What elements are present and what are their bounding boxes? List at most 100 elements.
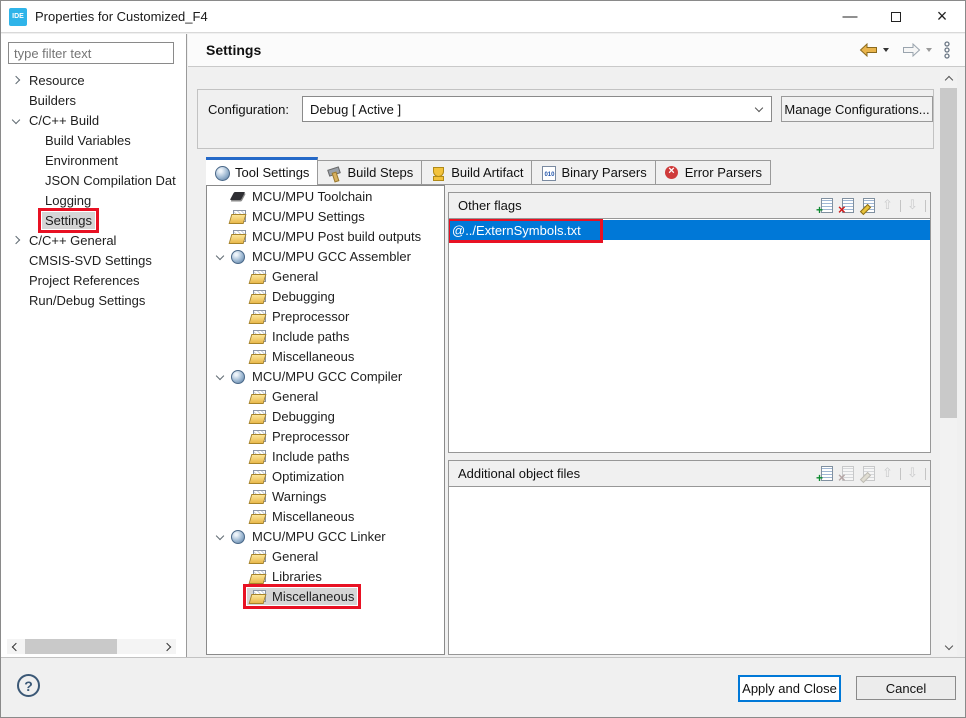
sidebar-tree-item[interactable]: Build Variables (1, 130, 186, 150)
tool-tree-item[interactable]: Miscellaneous (207, 346, 444, 366)
tree-item-icon (250, 289, 267, 304)
forward-menu-caret-icon[interactable] (926, 48, 932, 52)
tree-item-icon (250, 349, 267, 364)
tool-tree-item[interactable]: Miscellaneous (207, 586, 444, 606)
close-button[interactable]: × (919, 1, 965, 32)
additional-object-files-toolbar (816, 466, 926, 482)
tool-tree-item[interactable]: MCU/MPU GCC Compiler (207, 366, 444, 386)
filter-input[interactable] (8, 42, 174, 64)
delete-entry-icon[interactable] (837, 466, 855, 482)
scrollbar-thumb[interactable] (25, 639, 117, 654)
manage-configurations-button[interactable]: Manage Configurations... (781, 96, 933, 122)
tool-tree-item[interactable]: MCU/MPU GCC Linker (207, 526, 444, 546)
tool-tree-item[interactable]: MCU/MPU Post build outputs (207, 226, 444, 246)
cancel-button[interactable]: Cancel (856, 676, 956, 700)
scroll-up-icon[interactable] (940, 70, 957, 86)
other-flags-list[interactable]: @../ExternSymbols.txt (449, 219, 930, 452)
move-down-icon[interactable] (904, 466, 922, 482)
list-item[interactable]: @../ExternSymbols.txt (449, 220, 930, 240)
tool-tree-item[interactable]: Libraries (207, 566, 444, 586)
tool-tree-item[interactable]: General (207, 266, 444, 286)
tool-tree-item[interactable]: Preprocessor (207, 426, 444, 446)
sidebar-tree-item[interactable]: JSON Compilation Dat (1, 170, 186, 190)
page-header: Settings (188, 34, 965, 67)
tool-tree-item[interactable]: General (207, 386, 444, 406)
toolbar-separator[interactable] (900, 468, 901, 480)
forward-arrow-icon[interactable] (902, 43, 921, 57)
sidebar-tree-item[interactable]: Logging (1, 190, 186, 210)
dialog-footer: ? Apply and Close Cancel (1, 657, 965, 717)
move-up-icon[interactable] (879, 198, 897, 214)
sidebar-horizontal-scrollbar[interactable] (7, 639, 176, 654)
edit-entry-icon[interactable] (858, 198, 876, 214)
scrollbar-thumb[interactable] (940, 88, 957, 418)
tool-tree-item[interactable]: Miscellaneous (207, 506, 444, 526)
main-vertical-scrollbar[interactable] (940, 70, 957, 656)
sidebar-item-label: Run/Debug Settings (26, 292, 148, 309)
sidebar-tree-item[interactable]: Settings (1, 210, 186, 230)
add-entry-icon[interactable] (816, 198, 834, 214)
tree-item-label: Warnings (272, 489, 326, 504)
scroll-right-icon[interactable] (161, 639, 176, 654)
settings-tab[interactable]: Binary Parsers (532, 160, 655, 185)
other-flags-title: Other flags (458, 198, 522, 213)
tool-tree-item[interactable]: Debugging (207, 286, 444, 306)
add-entry-icon[interactable] (816, 466, 834, 482)
toolbar-separator[interactable] (925, 468, 926, 480)
sidebar-tree-item[interactable]: Resource (1, 70, 186, 90)
move-up-icon[interactable] (879, 466, 897, 482)
tool-tree-item[interactable]: General (207, 546, 444, 566)
help-icon[interactable]: ? (17, 674, 40, 697)
properties-tree: Resource Builders C/C++ Build Build Vari… (1, 70, 186, 310)
scroll-down-icon[interactable] (940, 640, 957, 656)
tool-tree-item[interactable]: Warnings (207, 486, 444, 506)
tool-tree-item[interactable]: Optimization (207, 466, 444, 486)
sidebar-tree-item[interactable]: Environment (1, 150, 186, 170)
minimize-button[interactable]: — (827, 1, 873, 32)
tree-item-icon (250, 569, 267, 584)
move-down-icon[interactable] (904, 198, 922, 214)
settings-tab[interactable]: Build Steps (318, 160, 422, 185)
chevron-icon[interactable] (12, 76, 20, 84)
settings-tab[interactable]: Tool Settings (206, 157, 318, 185)
additional-object-files-title: Additional object files (458, 466, 580, 481)
sidebar-tree-item[interactable]: Builders (1, 90, 186, 110)
chevron-icon[interactable] (216, 532, 224, 540)
sidebar-item-label: Builders (26, 92, 79, 109)
sidebar-tree-item[interactable]: Run/Debug Settings (1, 290, 186, 310)
tree-item-label: Libraries (272, 569, 322, 584)
sidebar-tree-item[interactable]: C/C++ General (1, 230, 186, 250)
edit-entry-icon[interactable] (858, 466, 876, 482)
tool-tree-item[interactable]: Debugging (207, 406, 444, 426)
tool-tree-item[interactable]: Include paths (207, 326, 444, 346)
sidebar-tree-item[interactable]: C/C++ Build (1, 110, 186, 130)
maximize-button[interactable] (873, 1, 919, 32)
apply-and-close-button[interactable]: Apply and Close (738, 675, 841, 702)
additional-object-files-list[interactable] (449, 487, 930, 654)
additional-object-files-group: Additional object files (448, 460, 931, 655)
back-menu-caret-icon[interactable] (883, 48, 889, 52)
tool-tree-item[interactable]: MCU/MPU Toolchain (207, 186, 444, 206)
scroll-left-icon[interactable] (7, 639, 22, 654)
sidebar-tree-item[interactable]: CMSIS-SVD Settings (1, 250, 186, 270)
tree-item-label: Include paths (272, 449, 349, 464)
chevron-icon[interactable] (12, 116, 20, 124)
view-menu-icon[interactable] (943, 41, 951, 59)
toolbar-separator[interactable] (900, 200, 901, 212)
tool-tree-item[interactable]: Include paths (207, 446, 444, 466)
back-arrow-icon[interactable] (859, 43, 878, 57)
chevron-icon[interactable] (216, 372, 224, 380)
toolbar-separator[interactable] (925, 200, 926, 212)
settings-tab[interactable]: Error Parsers (656, 160, 771, 185)
delete-entry-icon[interactable] (837, 198, 855, 214)
sidebar-tree-item[interactable]: Project References (1, 270, 186, 290)
configuration-dropdown[interactable]: Debug [ Active ] (302, 96, 772, 122)
tree-item-label: MCU/MPU Post build outputs (252, 229, 421, 244)
tree-item-icon (250, 309, 267, 324)
tool-tree-item[interactable]: Preprocessor (207, 306, 444, 326)
chevron-icon[interactable] (216, 252, 224, 260)
tool-tree-item[interactable]: MCU/MPU GCC Assembler (207, 246, 444, 266)
chevron-icon[interactable] (12, 236, 20, 244)
tool-tree-item[interactable]: MCU/MPU Settings (207, 206, 444, 226)
settings-tab[interactable]: Build Artifact (422, 160, 532, 185)
